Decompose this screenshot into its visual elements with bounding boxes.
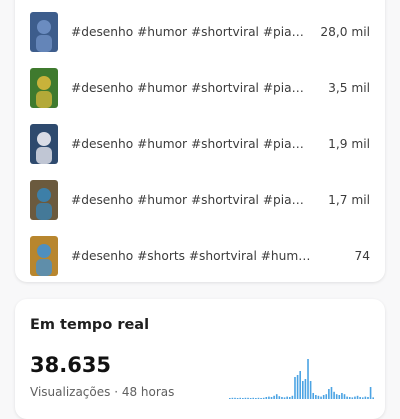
realtime-bar bbox=[359, 397, 361, 399]
realtime-bar bbox=[346, 396, 348, 399]
realtime-bar bbox=[348, 397, 351, 399]
realtime-bar bbox=[265, 397, 268, 399]
realtime-bar bbox=[364, 396, 367, 399]
realtime-card[interactable]: Em tempo real 38.635 Visualizações · 48 … bbox=[15, 299, 385, 419]
video-views: 1,9 mil bbox=[328, 137, 370, 151]
realtime-bar bbox=[354, 396, 356, 399]
realtime-bar bbox=[283, 397, 286, 399]
realtime-bar bbox=[343, 394, 346, 399]
realtime-bar bbox=[328, 389, 330, 399]
realtime-bar bbox=[335, 394, 338, 399]
realtime-bar bbox=[351, 397, 354, 399]
realtime-bar bbox=[315, 395, 317, 399]
realtime-bar bbox=[338, 395, 341, 399]
realtime-bar bbox=[260, 398, 262, 399]
top-videos-card: #desenho #humor #shortviral #piada... 28,… bbox=[15, 0, 385, 282]
realtime-bar bbox=[288, 397, 291, 399]
realtime-bar bbox=[369, 387, 372, 399]
video-row[interactable]: #desenho #humor #shortviral #piada... 28,… bbox=[15, 4, 385, 60]
realtime-bar bbox=[361, 397, 364, 399]
realtime-bar bbox=[239, 397, 242, 399]
realtime-bar bbox=[356, 395, 359, 399]
video-row[interactable]: #desenho #humor #shortviral #piadas... 1,… bbox=[15, 172, 385, 228]
video-title[interactable]: #desenho #humor #shortviral #piadas... bbox=[71, 81, 311, 95]
realtime-bar bbox=[333, 391, 335, 399]
realtime-bar bbox=[242, 398, 244, 399]
realtime-views-chart bbox=[229, 359, 374, 399]
realtime-bar bbox=[278, 396, 281, 399]
realtime-bar bbox=[286, 396, 288, 399]
realtime-bar bbox=[273, 395, 275, 399]
video-row[interactable]: #desenho #shorts #shortviral #humor #pia… bbox=[15, 228, 385, 284]
realtime-bar bbox=[229, 398, 231, 399]
video-row[interactable]: #desenho #humor #shortviral #piadas... 3,… bbox=[15, 60, 385, 116]
realtime-bar bbox=[294, 377, 296, 399]
realtime-bar bbox=[367, 397, 369, 399]
realtime-bar bbox=[304, 379, 307, 399]
video-views: 28,0 mil bbox=[320, 25, 370, 39]
realtime-bar bbox=[270, 397, 273, 399]
realtime-bar bbox=[296, 375, 299, 399]
realtime-bar bbox=[231, 397, 234, 399]
realtime-bar bbox=[247, 397, 249, 399]
video-title[interactable]: #desenho #humor #shortviral #piadas... bbox=[71, 193, 311, 207]
video-views: 1,7 mil bbox=[328, 193, 370, 207]
realtime-bar bbox=[312, 393, 315, 399]
video-thumbnail[interactable] bbox=[30, 12, 58, 52]
realtime-bar bbox=[262, 397, 265, 399]
realtime-bar bbox=[249, 398, 252, 399]
realtime-bar bbox=[299, 371, 301, 399]
realtime-bar bbox=[372, 397, 374, 399]
realtime-bar bbox=[330, 387, 333, 399]
realtime-bar bbox=[341, 393, 343, 399]
video-thumbnail[interactable] bbox=[30, 124, 58, 164]
video-title[interactable]: #desenho #shorts #shortviral #humor #pia… bbox=[71, 249, 311, 263]
realtime-title: Em tempo real bbox=[30, 317, 150, 333]
video-row[interactable]: #desenho #humor #shortviral #piadas... 1,… bbox=[15, 116, 385, 172]
realtime-bar bbox=[268, 396, 270, 399]
video-views: 74 bbox=[354, 249, 370, 263]
realtime-bar bbox=[255, 398, 257, 399]
realtime-bar bbox=[236, 398, 239, 399]
realtime-bar bbox=[291, 395, 294, 399]
realtime-bar bbox=[252, 397, 255, 399]
realtime-bar bbox=[322, 395, 325, 399]
video-title[interactable]: #desenho #humor #shortviral #piada... bbox=[71, 25, 311, 39]
realtime-views-caption: Visualizações · 48 horas bbox=[30, 385, 175, 399]
video-thumbnail[interactable] bbox=[30, 180, 58, 220]
realtime-bar bbox=[302, 381, 304, 399]
realtime-bar bbox=[257, 397, 260, 399]
video-title[interactable]: #desenho #humor #shortviral #piadas... bbox=[71, 137, 311, 151]
realtime-bar bbox=[244, 397, 247, 399]
video-thumbnail[interactable] bbox=[30, 68, 58, 108]
video-thumbnail[interactable] bbox=[30, 236, 58, 276]
realtime-bar bbox=[307, 359, 309, 399]
realtime-bar bbox=[309, 381, 312, 399]
realtime-bar bbox=[281, 397, 283, 399]
realtime-bar bbox=[275, 394, 278, 399]
video-views: 3,5 mil bbox=[328, 81, 370, 95]
realtime-views-value: 38.635 bbox=[30, 353, 112, 377]
realtime-bar bbox=[234, 397, 236, 399]
realtime-bar bbox=[325, 394, 328, 399]
realtime-bar bbox=[320, 396, 322, 399]
realtime-bar bbox=[317, 395, 320, 399]
